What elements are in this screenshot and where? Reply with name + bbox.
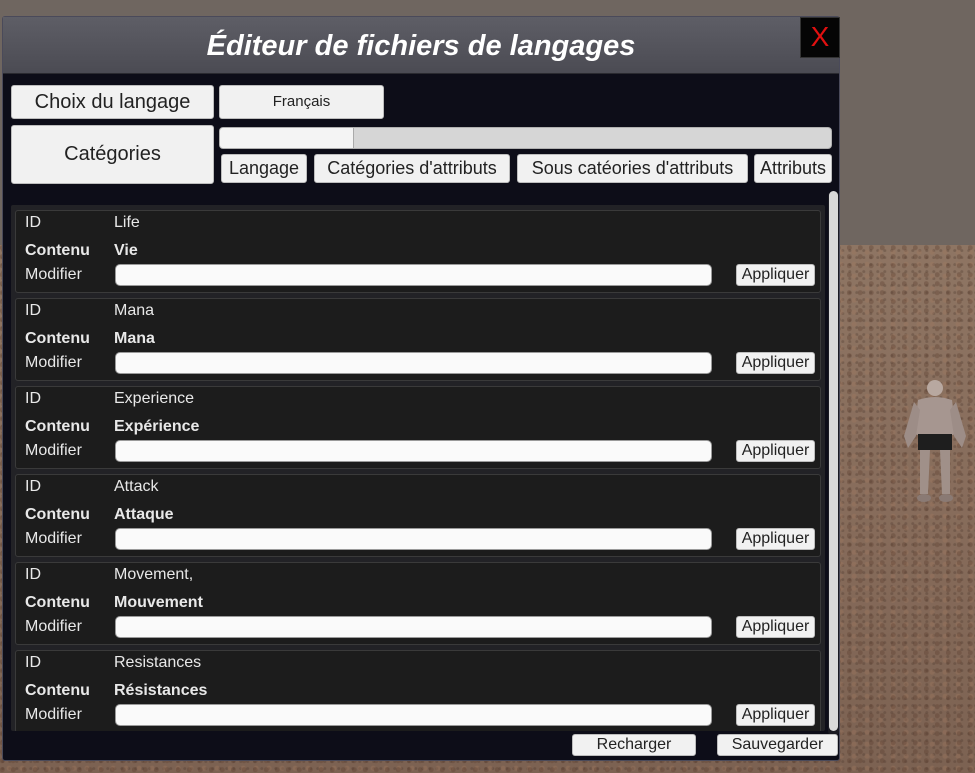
entry-list: ID Life Contenu Vie Modifier Appliquer ID Mana C… (11, 205, 825, 731)
id-label: ID (25, 566, 41, 583)
modify-input[interactable] (115, 264, 712, 286)
progress-bar (219, 127, 832, 149)
apply-button[interactable]: Appliquer (736, 704, 815, 726)
categories-button[interactable]: Catégories (11, 125, 214, 184)
list-item: ID Attack Contenu Attaque Modifier Appliquer (15, 474, 821, 557)
list-item: ID Experience Contenu Expérience Modifier App… (15, 386, 821, 469)
id-label: ID (25, 390, 41, 407)
character-figure-icon (904, 380, 966, 502)
content-label: Contenu (25, 506, 90, 523)
scrollbar[interactable] (828, 191, 839, 736)
list-item: ID Mana Contenu Mana Modifier Appliquer (15, 298, 821, 381)
content-label: Contenu (25, 682, 90, 699)
content-label: Contenu (25, 330, 90, 347)
apply-button[interactable]: Appliquer (736, 264, 815, 286)
list-item: ID Life Contenu Vie Modifier Appliquer (15, 210, 821, 293)
id-value: Experience (114, 390, 195, 407)
content-label: Contenu (25, 594, 90, 611)
reload-button[interactable]: Recharger (572, 734, 696, 756)
apply-button[interactable]: Appliquer (736, 440, 815, 462)
id-label: ID (25, 654, 41, 671)
id-label: ID (25, 214, 41, 231)
id-value: Life (114, 214, 140, 231)
language-choice-button[interactable]: Choix du langage (11, 85, 214, 119)
modify-label: Modifier (25, 354, 82, 371)
close-button[interactable]: X (800, 17, 840, 58)
modify-label: Modifier (25, 442, 82, 459)
title-bar: Éditeur de fichiers de langages (3, 17, 839, 74)
list-item: ID Movement, Contenu Mouvement Modifier Appli… (15, 562, 821, 645)
modify-label: Modifier (25, 706, 82, 723)
modify-label: Modifier (25, 266, 82, 283)
modify-input[interactable] (115, 616, 712, 638)
tab-attributes[interactable]: Attributs (754, 154, 832, 183)
content-value: Expérience (114, 418, 200, 435)
modify-input[interactable] (115, 352, 712, 374)
id-value: Resistances (114, 654, 202, 671)
window-title: Éditeur de fichiers de langages (206, 30, 636, 62)
content-value: Mouvement (114, 594, 203, 611)
modify-input[interactable] (115, 440, 712, 462)
content-value: Résistances (114, 682, 208, 699)
modify-input[interactable] (115, 704, 712, 726)
apply-button[interactable]: Appliquer (736, 616, 815, 638)
apply-button[interactable]: Appliquer (736, 352, 815, 374)
language-editor-window: Éditeur de fichiers de langages X Choix … (2, 16, 840, 761)
tab-attribute-categories[interactable]: Catégories d'attributs (314, 154, 510, 183)
language-selector[interactable]: Français (219, 85, 384, 119)
content-label: Contenu (25, 418, 90, 435)
tab-attribute-subcategories[interactable]: Sous catéories d'attributs (517, 154, 748, 183)
progress-fill (220, 128, 355, 148)
id-value: Movement, (114, 566, 194, 583)
scrollbar-thumb[interactable] (829, 191, 838, 731)
content-value: Mana (114, 330, 155, 347)
save-button[interactable]: Sauvegarder (717, 734, 838, 756)
tab-language[interactable]: Langage (221, 154, 307, 183)
list-item: ID Resistances Contenu Résistances Modifier A… (15, 650, 821, 731)
id-label: ID (25, 478, 41, 495)
id-label: ID (25, 302, 41, 319)
modify-label: Modifier (25, 530, 82, 547)
content-value: Attaque (114, 506, 174, 523)
id-value: Attack (114, 478, 159, 495)
content-value: Vie (114, 242, 138, 259)
id-value: Mana (114, 302, 155, 319)
apply-button[interactable]: Appliquer (736, 528, 815, 550)
content-label: Contenu (25, 242, 90, 259)
modify-label: Modifier (25, 618, 82, 635)
modify-input[interactable] (115, 528, 712, 550)
